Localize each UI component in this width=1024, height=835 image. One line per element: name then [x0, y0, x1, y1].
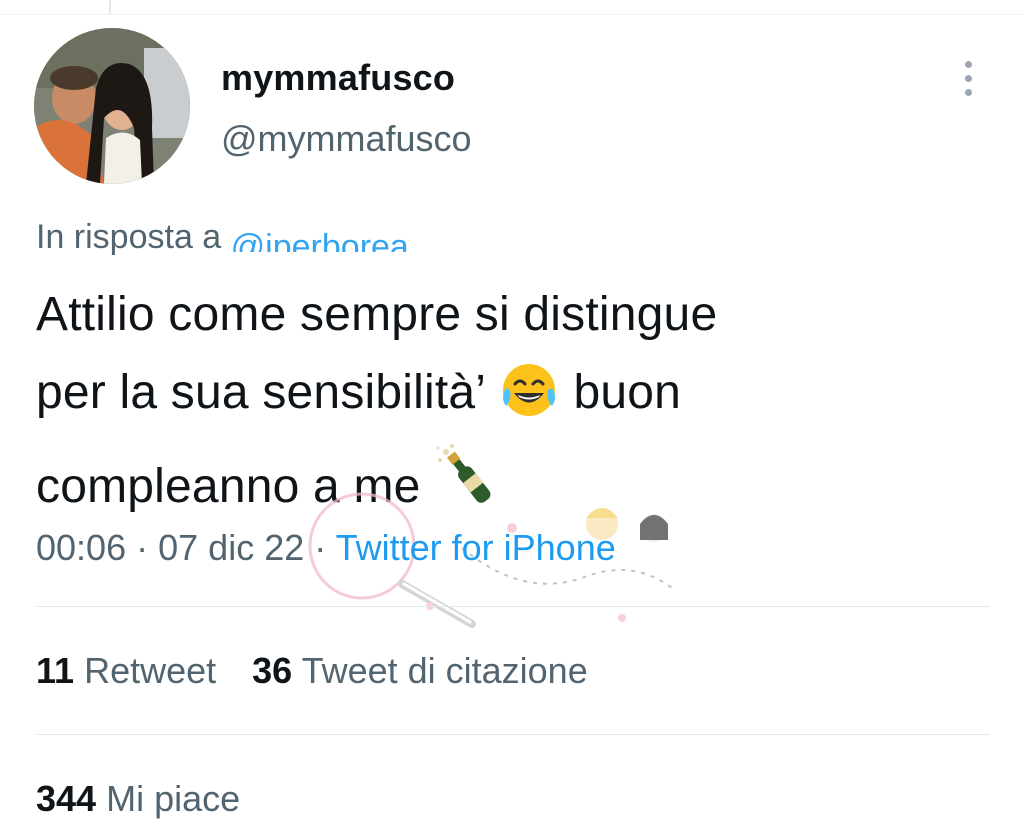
likes-stat[interactable]: 344 Mi piace	[36, 778, 240, 820]
tweet-date[interactable]: 07 dic 22	[158, 527, 304, 568]
tweet-text: Attilio come sempre si distingue per la …	[36, 276, 996, 536]
meta-separator: ·	[314, 527, 327, 568]
thread-line	[109, 0, 111, 14]
reply-prefix: In risposta a	[36, 218, 222, 256]
divider	[36, 606, 990, 607]
champagne-bottle-icon	[434, 442, 508, 536]
quote-tweets-stat[interactable]: 36 Tweet di citazione	[252, 650, 588, 692]
retweets-count: 11	[36, 650, 75, 691]
likes-count: 344	[36, 778, 97, 819]
likes-label: Mi piace	[106, 778, 241, 819]
more-dot	[964, 88, 972, 96]
retweets-label: Retweet	[84, 650, 217, 691]
divider	[36, 734, 990, 735]
meta-separator: ·	[136, 527, 149, 568]
tweet-line: compleanno a me	[36, 442, 996, 536]
retweets-stat[interactable]: 11 Retweet	[36, 650, 216, 692]
more-icon[interactable]	[950, 52, 986, 104]
tweet-meta: 00:06 · 07 dic 22 · Twitter for iPhone	[36, 527, 616, 569]
face-with-tears-of-joy-icon	[498, 360, 560, 442]
avatar-photo	[34, 28, 190, 184]
tweet-time[interactable]: 00:06	[36, 527, 126, 568]
user-handle[interactable]: @mymmafusco	[221, 118, 472, 160]
display-name[interactable]: mymmafusco	[221, 57, 455, 99]
tweet-source-link[interactable]: Twitter for iPhone	[336, 527, 616, 568]
more-dot	[964, 60, 972, 68]
tweet-line-text: per la sua sensibilità’	[36, 366, 485, 419]
tweet-line: Attilio come sempre si distingue	[36, 288, 718, 341]
tweet-line-text: buon	[573, 366, 682, 419]
more-dot	[964, 74, 972, 82]
quotes-label: Tweet di citazione	[301, 650, 588, 691]
reply-context: In risposta a @iperborea_	[36, 218, 428, 257]
avatar[interactable]	[34, 28, 190, 184]
tweet-line: per la sua sensibilità’ buon	[36, 354, 996, 442]
quotes-count: 36	[252, 650, 293, 691]
reply-target-link[interactable]: @iperborea_	[231, 218, 428, 252]
tweet-line-text: compleanno a me	[36, 460, 421, 513]
engagement-stats: 11 Retweet 36 Tweet di citazione	[36, 650, 588, 692]
top-divider	[0, 14, 1024, 15]
